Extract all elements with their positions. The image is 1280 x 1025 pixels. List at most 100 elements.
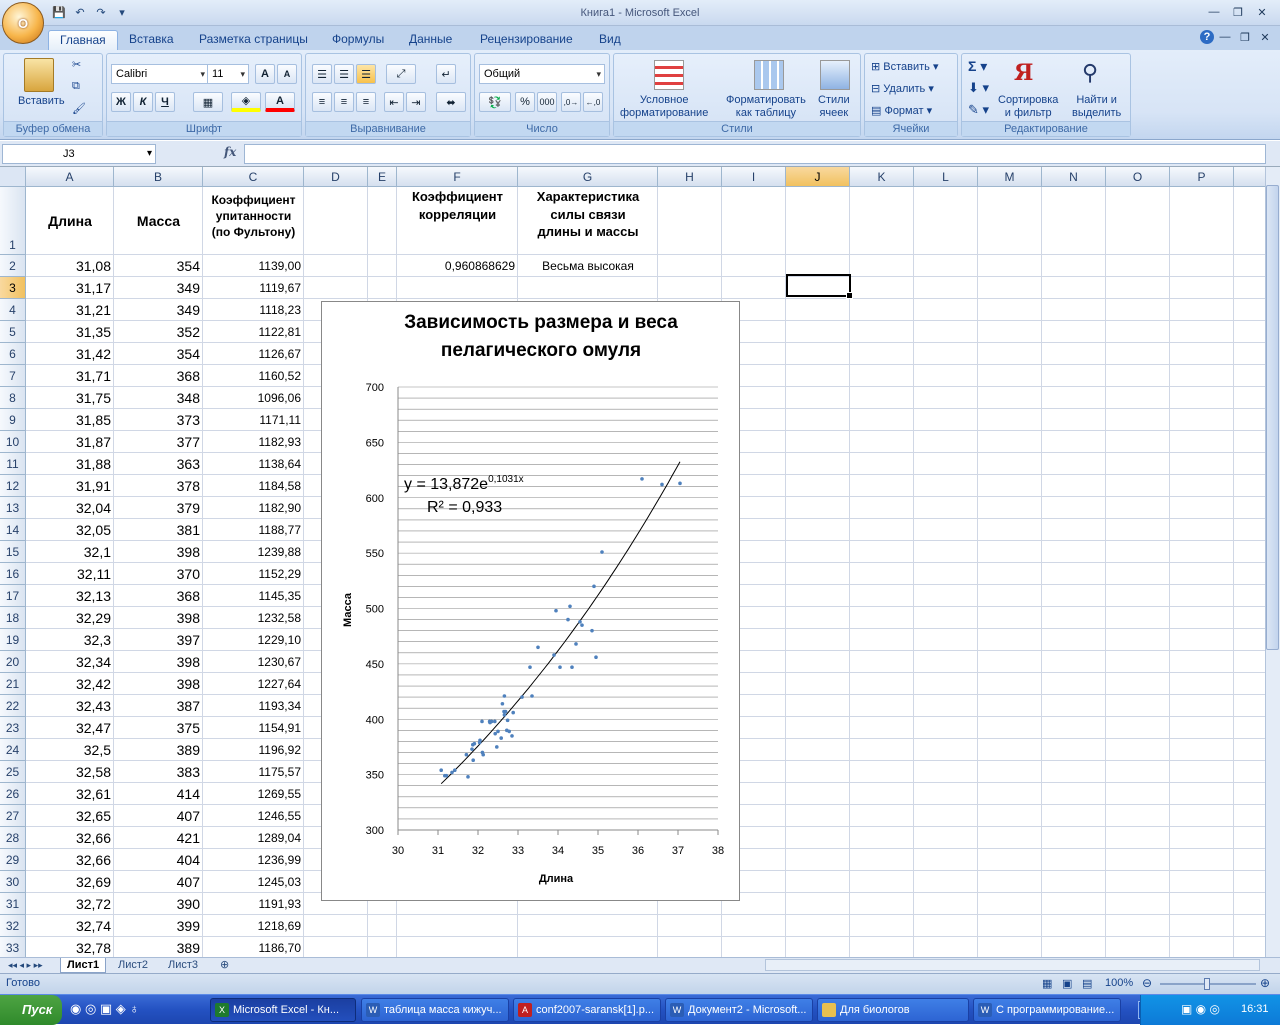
row-header[interactable]: 33 (0, 937, 26, 957)
row-header[interactable]: 14 (0, 519, 26, 541)
cell-b4[interactable]: 349 (114, 299, 203, 321)
ribbon-restore-icon[interactable]: ❐ (1236, 28, 1254, 46)
cell-styles-button[interactable]: Стили ячеек (818, 94, 850, 120)
cell-c15[interactable]: 1239,88 (203, 541, 304, 563)
font-color-icon[interactable]: A (265, 92, 295, 112)
cell-b33[interactable]: 389 (114, 937, 203, 957)
cell-c4[interactable]: 1118,23 (203, 299, 304, 321)
view-pagebreak-icon[interactable]: ▤ (1082, 977, 1092, 990)
select-all-corner[interactable] (0, 167, 26, 187)
find-select-button[interactable]: Найти и выделить (1072, 94, 1121, 120)
align-left-icon[interactable]: ≡ (312, 92, 332, 112)
borders-icon[interactable]: ▦ (193, 92, 223, 112)
row-header[interactable]: 31 (0, 893, 26, 915)
cell-c9[interactable]: 1171,11 (203, 409, 304, 431)
row-header[interactable]: 21 (0, 673, 26, 695)
zoom-out-icon[interactable]: ⊖ (1142, 976, 1152, 990)
tab-data[interactable]: Данные (398, 30, 463, 50)
copy-icon[interactable]: ⧉ (72, 80, 80, 93)
help-icon[interactable]: ? (1200, 30, 1214, 44)
cell-c29[interactable]: 1236,99 (203, 849, 304, 871)
row-header[interactable]: 30 (0, 871, 26, 893)
decrease-indent-icon[interactable]: ⇤ (384, 92, 404, 112)
ribbon-close-icon[interactable]: ✕ (1256, 28, 1274, 46)
cell-a13[interactable]: 32,04 (26, 497, 114, 519)
cell-c2[interactable]: 1139,00 (203, 255, 304, 277)
cell-b13[interactable]: 379 (114, 497, 203, 519)
cell-c27[interactable]: 1246,55 (203, 805, 304, 827)
cell-b6[interactable]: 354 (114, 343, 203, 365)
cell-a6[interactable]: 31,42 (26, 343, 114, 365)
cell-a28[interactable]: 32,66 (26, 827, 114, 849)
clear-icon[interactable]: ✎ ▾ (968, 102, 989, 118)
column-header-n[interactable]: N (1042, 167, 1106, 187)
cell-c11[interactable]: 1138,64 (203, 453, 304, 475)
cell-b16[interactable]: 370 (114, 563, 203, 585)
cell-c19[interactable]: 1229,10 (203, 629, 304, 651)
cell-a19[interactable]: 32,3 (26, 629, 114, 651)
paste-button[interactable]: Вставить (18, 95, 65, 107)
insert-sheet-icon[interactable]: ⊕ (214, 958, 235, 973)
taskbar-excel[interactable]: X Microsoft Excel - Кн... (210, 998, 356, 1022)
zoom-level[interactable]: 100% (1105, 977, 1133, 989)
number-format-select[interactable]: Общий (479, 64, 605, 84)
cell-a27[interactable]: 32,65 (26, 805, 114, 827)
format-painter-icon[interactable]: 🖌 (72, 102, 86, 115)
cell-b17[interactable]: 368 (114, 585, 203, 607)
row-header[interactable]: 16 (0, 563, 26, 585)
row-header[interactable]: 10 (0, 431, 26, 453)
name-box[interactable]: J3 (2, 144, 156, 164)
paste-icon[interactable] (24, 58, 54, 92)
cut-icon[interactable]: ✂ (72, 58, 81, 71)
format-as-table-icon[interactable] (754, 60, 784, 90)
taskbar-word-doc-1[interactable]: Wтаблица масса кижуч... (361, 998, 509, 1022)
cell-b31[interactable]: 390 (114, 893, 203, 915)
cell-f2[interactable]: 0,960868629 (397, 255, 518, 277)
tab-page-layout[interactable]: Разметка страницы (188, 30, 319, 50)
column-header-d[interactable]: D (304, 167, 368, 187)
worksheet-grid[interactable]: ABCDEFGHIJKLMNOP 1 2 3 4 5 6 7 8 9 10 11 12 13 14 15 16… (0, 167, 1265, 957)
cell-a17[interactable]: 32,13 (26, 585, 114, 607)
cell-b28[interactable]: 421 (114, 827, 203, 849)
fill-icon[interactable]: ⬇ ▾ (968, 80, 989, 96)
cell-c6[interactable]: 1126,67 (203, 343, 304, 365)
ribbon-minimize-icon[interactable]: — (1216, 28, 1234, 46)
row-header[interactable]: 12 (0, 475, 26, 497)
conditional-format-button[interactable]: Условное форматирование (620, 94, 708, 120)
row-header[interactable]: 2 (0, 255, 26, 277)
underline-button[interactable]: Ч (155, 92, 175, 112)
formula-input[interactable] (244, 144, 1266, 164)
sheet-tab-3[interactable]: Лист3 (162, 958, 204, 973)
cell-a18[interactable]: 32,29 (26, 607, 114, 629)
column-header-j[interactable]: J (786, 167, 850, 187)
merge-center-icon[interactable]: ⬌ (436, 92, 466, 112)
cell-c31[interactable]: 1191,93 (203, 893, 304, 915)
cell-b22[interactable]: 387 (114, 695, 203, 717)
font-size-select[interactable]: 11 (207, 64, 249, 84)
sheet-tab-2[interactable]: Лист2 (112, 958, 154, 973)
fill-color-icon[interactable]: ◈ (231, 92, 261, 112)
row-header[interactable]: 5 (0, 321, 26, 343)
cell-b30[interactable]: 407 (114, 871, 203, 893)
delete-cells-button[interactable]: ⊟ Удалить ▾ (871, 82, 934, 96)
row-header[interactable]: 7 (0, 365, 26, 387)
italic-button[interactable]: К (133, 92, 153, 112)
cell-b32[interactable]: 399 (114, 915, 203, 937)
cell-c1[interactable]: Коэффициент упитанности (по Фультону) (203, 192, 304, 260)
cell-a9[interactable]: 31,85 (26, 409, 114, 431)
align-middle-icon[interactable]: ☰ (334, 64, 354, 84)
taskbar-word-doc-2[interactable]: W Документ2 - Microsoft... (665, 998, 813, 1022)
cell-a22[interactable]: 32,43 (26, 695, 114, 717)
cell-b8[interactable]: 348 (114, 387, 203, 409)
cell-c12[interactable]: 1184,58 (203, 475, 304, 497)
start-button[interactable]: Пуск (0, 995, 62, 1025)
cell-a1[interactable]: Длина (26, 187, 114, 255)
column-header-k[interactable]: K (850, 167, 914, 187)
cell-a2[interactable]: 31,08 (26, 255, 114, 277)
view-layout-icon[interactable]: ▣ (1062, 977, 1072, 990)
align-right-icon[interactable]: ≡ (356, 92, 376, 112)
row-header[interactable]: 17 (0, 585, 26, 607)
cell-b11[interactable]: 363 (114, 453, 203, 475)
cell-b18[interactable]: 398 (114, 607, 203, 629)
cell-g2[interactable]: Весьма высокая (518, 255, 658, 277)
